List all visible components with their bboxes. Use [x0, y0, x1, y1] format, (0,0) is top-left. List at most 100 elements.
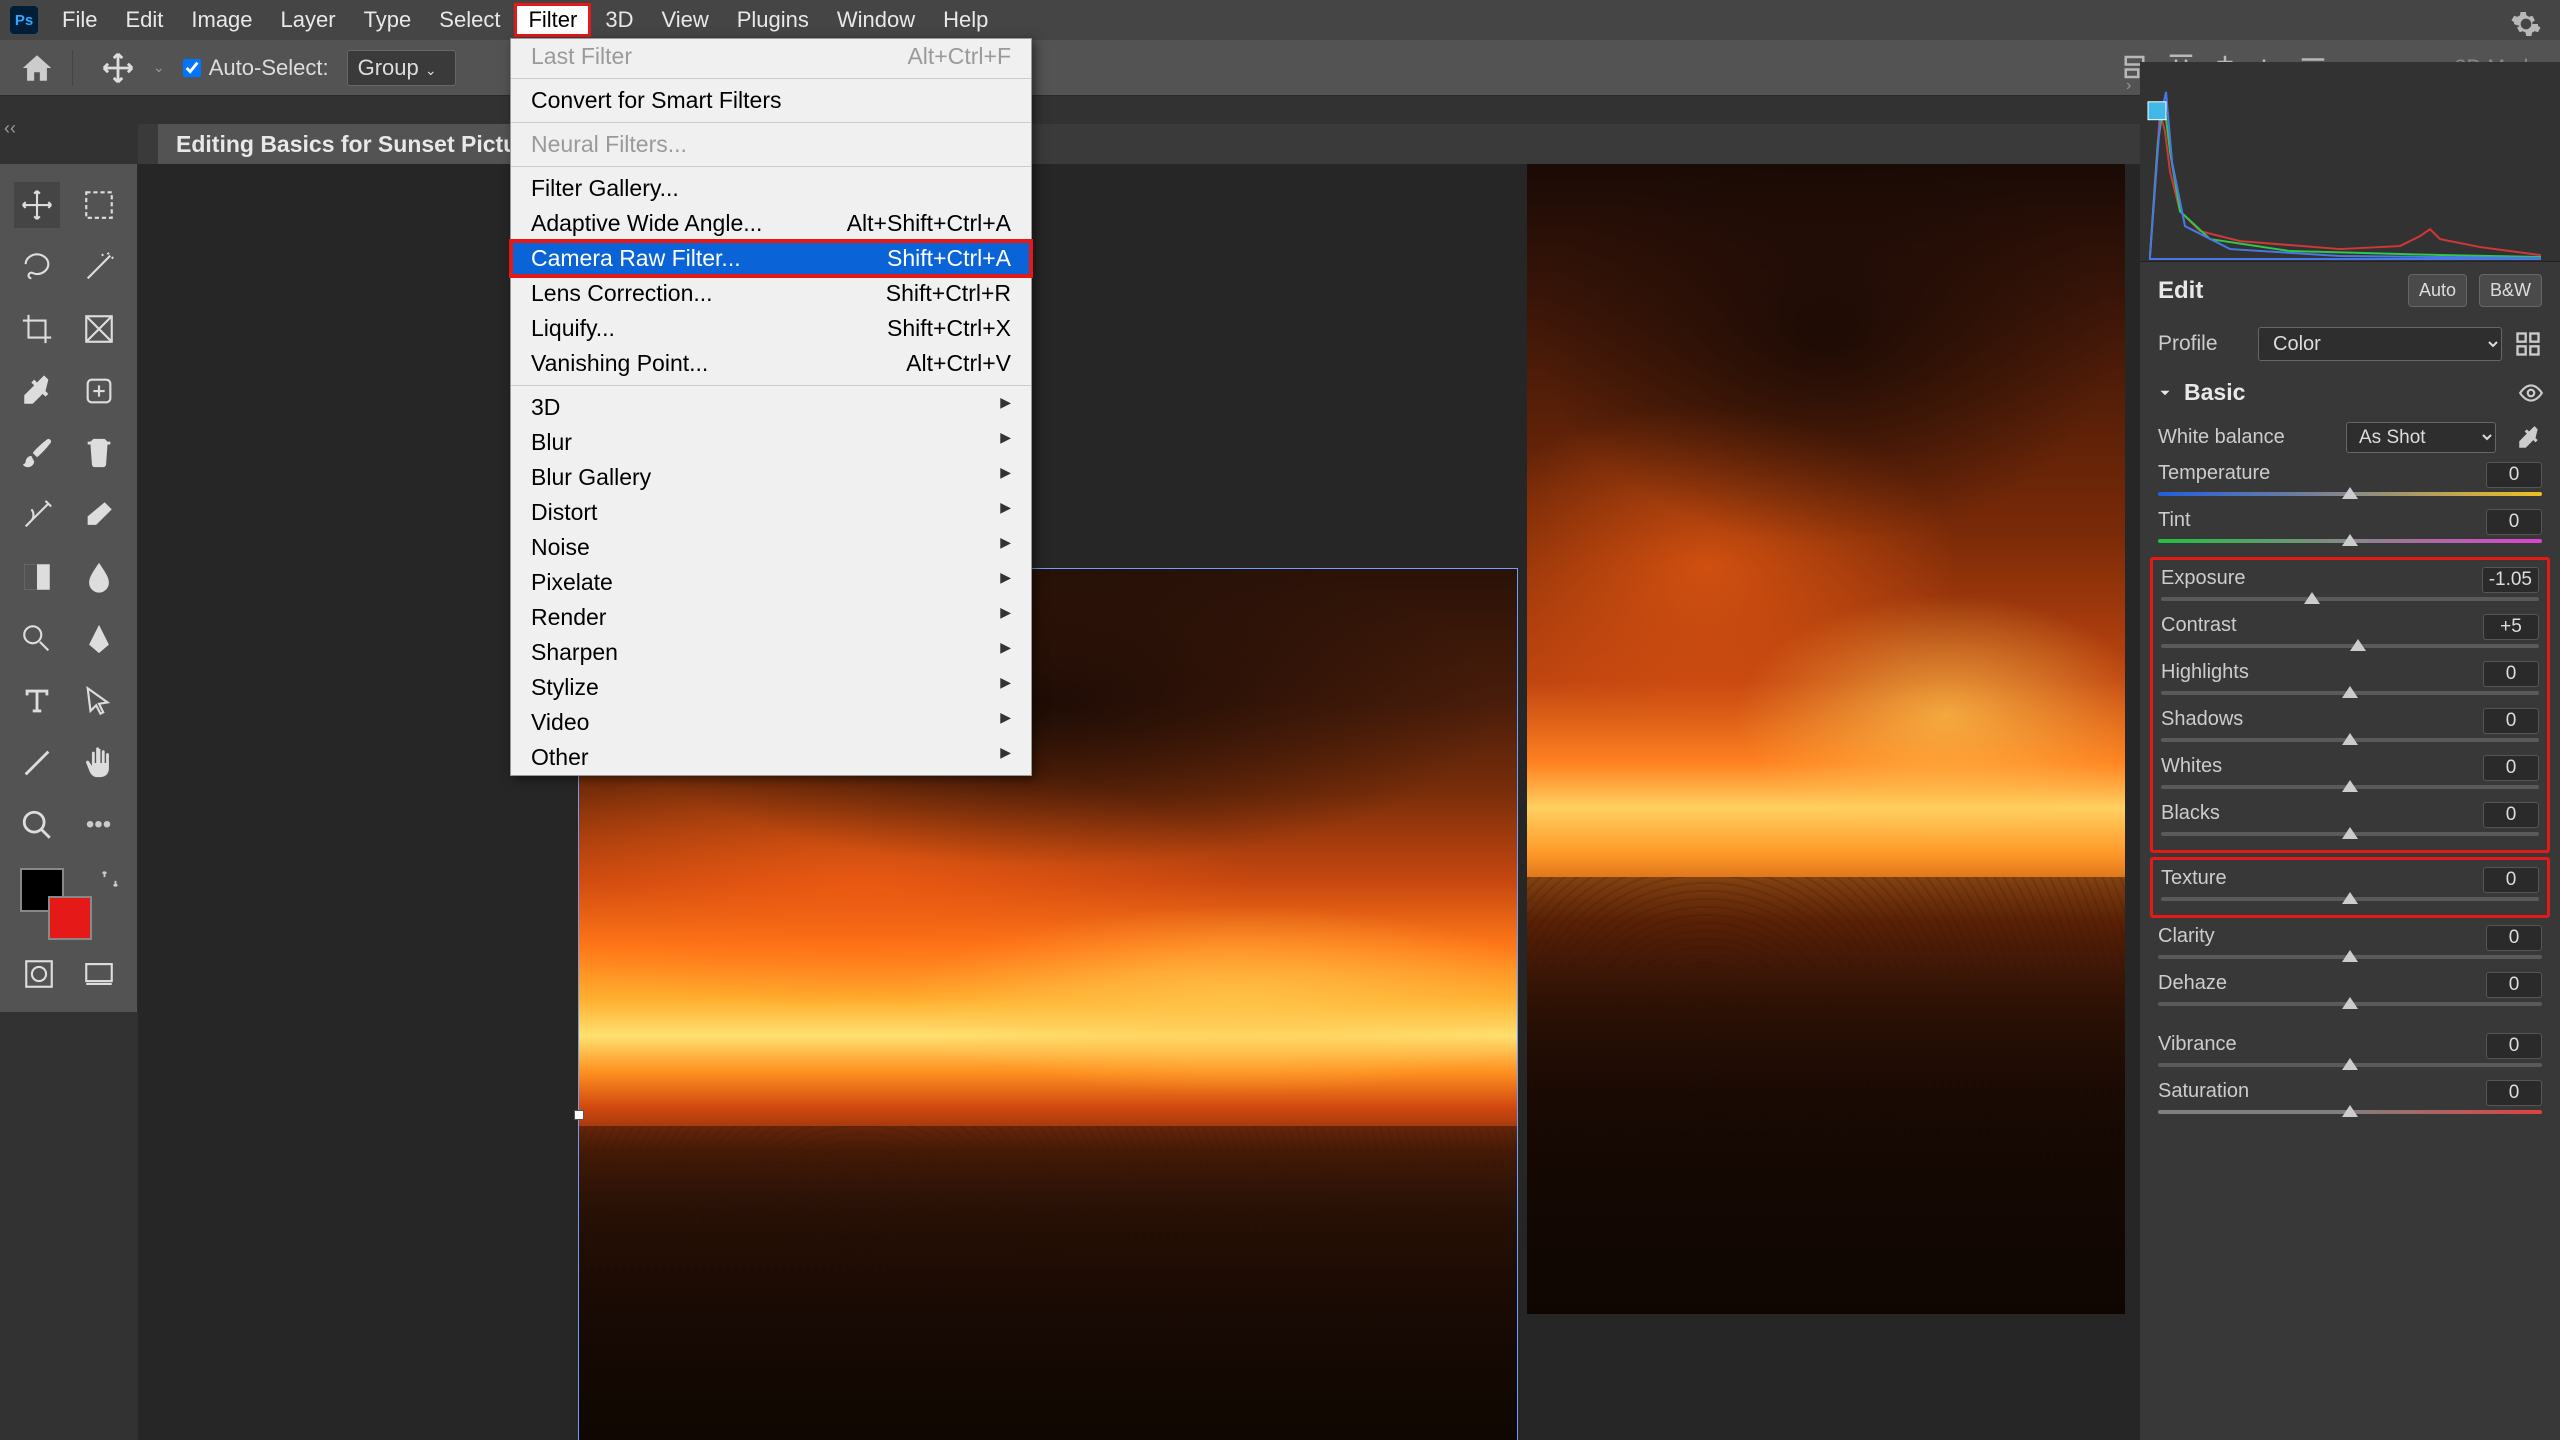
tone-sliders-group: Exposure-1.05 Contrast+5 Highlights0 Sha…: [2150, 557, 2550, 853]
menu-help[interactable]: Help: [929, 3, 1002, 37]
auto-select-checkbox[interactable]: Auto-Select:: [183, 55, 329, 81]
filter-menu-item[interactable]: Stylize▶: [511, 670, 1031, 705]
filter-menu-item[interactable]: Pixelate▶: [511, 565, 1031, 600]
bw-button[interactable]: B&W: [2479, 274, 2542, 307]
move-tool[interactable]: [14, 182, 60, 228]
eraser-tool[interactable]: [76, 492, 122, 538]
filter-menu-item[interactable]: Adaptive Wide Angle...Alt+Shift+Ctrl+A: [511, 206, 1031, 241]
auto-button[interactable]: Auto: [2408, 274, 2467, 307]
quick-mask-icon[interactable]: [19, 954, 59, 994]
transform-handle[interactable]: [574, 1110, 584, 1120]
hand-tool[interactable]: [76, 740, 122, 786]
dehaze-slider[interactable]: Dehaze0: [2140, 969, 2560, 1016]
histogram: [2140, 62, 2560, 262]
filter-menu-item[interactable]: Other▶: [511, 740, 1031, 775]
gradient-tool[interactable]: [14, 554, 60, 600]
exposure-slider[interactable]: Exposure-1.05: [2153, 564, 2547, 611]
filter-menu-item[interactable]: Blur Gallery▶: [511, 460, 1031, 495]
profile-browser-icon[interactable]: [2514, 330, 2542, 358]
texture-slider-group: Texture0: [2150, 857, 2550, 918]
menu-view[interactable]: View: [647, 3, 722, 37]
highlights-slider[interactable]: Highlights0: [2153, 658, 2547, 705]
magic-wand-tool[interactable]: [76, 244, 122, 290]
clarity-slider[interactable]: Clarity0: [2140, 922, 2560, 969]
eyedropper-tool[interactable]: [14, 368, 60, 414]
lasso-tool[interactable]: [14, 244, 60, 290]
vibrance-slider[interactable]: Vibrance0: [2140, 1030, 2560, 1077]
contrast-slider[interactable]: Contrast+5: [2153, 611, 2547, 658]
white-balance-dropdown[interactable]: As Shot: [2346, 422, 2496, 453]
menu-edit[interactable]: Edit: [111, 3, 177, 37]
menu-layer[interactable]: Layer: [267, 3, 350, 37]
wb-eyedropper-icon[interactable]: [2516, 425, 2542, 451]
filter-menu-item[interactable]: 3D▶: [511, 390, 1031, 425]
filter-menu-item: Last FilterAlt+Ctrl+F: [511, 39, 1031, 74]
move-tool-icon[interactable]: [101, 51, 135, 85]
auto-select-mode-dropdown[interactable]: Group ⌄: [347, 50, 456, 86]
filter-menu-item[interactable]: Camera Raw Filter...Shift+Ctrl+A: [511, 241, 1031, 276]
clone-stamp-tool[interactable]: [76, 430, 122, 476]
settings-gear-icon[interactable]: [2510, 8, 2542, 40]
filter-menu-dropdown: Last FilterAlt+Ctrl+F Convert for Smart F…: [510, 38, 1032, 776]
filter-menu-item[interactable]: Sharpen▶: [511, 635, 1031, 670]
temperature-slider[interactable]: Temperature0: [2140, 459, 2560, 506]
tint-slider[interactable]: Tint0: [2140, 506, 2560, 553]
filter-menu-item[interactable]: Distort▶: [511, 495, 1031, 530]
camera-raw-panel: Edit Auto B&W Profile Color Basic White …: [2140, 62, 2560, 1440]
filter-menu-item[interactable]: Video▶: [511, 705, 1031, 740]
menu-plugins[interactable]: Plugins: [723, 3, 823, 37]
filter-menu-item: Neural Filters...: [511, 127, 1031, 162]
edit-panel-title: Edit: [2158, 277, 2396, 305]
dodge-tool[interactable]: [14, 616, 60, 662]
menu-3d[interactable]: 3D: [591, 3, 647, 37]
home-icon[interactable]: [20, 51, 54, 85]
marquee-tool[interactable]: [76, 182, 122, 228]
whites-slider[interactable]: Whites0: [2153, 752, 2547, 799]
filter-menu-item[interactable]: Filter Gallery...: [511, 171, 1031, 206]
profile-label: Profile: [2158, 332, 2246, 356]
filter-menu-item[interactable]: Vanishing Point...Alt+Ctrl+V: [511, 346, 1031, 381]
blacks-slider[interactable]: Blacks0: [2153, 799, 2547, 846]
chevron-down-icon: [2156, 384, 2174, 402]
menu-type[interactable]: Type: [350, 3, 426, 37]
shadows-slider[interactable]: Shadows0: [2153, 705, 2547, 752]
menu-image[interactable]: Image: [177, 3, 266, 37]
healing-brush-tool[interactable]: [76, 368, 122, 414]
menu-bar: Ps FileEditImageLayerTypeSelectFilter3DV…: [0, 0, 2560, 40]
history-brush-tool[interactable]: [14, 492, 60, 538]
background-color-swatch[interactable]: [48, 896, 92, 940]
frame-tool[interactable]: [76, 306, 122, 352]
texture-slider[interactable]: Texture0: [2153, 864, 2547, 911]
screen-mode-icon[interactable]: [79, 954, 119, 994]
filter-menu-item[interactable]: Blur▶: [511, 425, 1031, 460]
filter-menu-item[interactable]: Liquify...Shift+Ctrl+X: [511, 311, 1031, 346]
filter-menu-item[interactable]: Lens Correction...Shift+Ctrl+R: [511, 276, 1031, 311]
line-tool[interactable]: [14, 740, 60, 786]
menu-window[interactable]: Window: [823, 3, 929, 37]
swap-colors-icon[interactable]: [99, 868, 121, 890]
color-swatches[interactable]: [14, 868, 123, 938]
basic-section-header[interactable]: Basic: [2140, 369, 2560, 416]
filter-menu-item[interactable]: Render▶: [511, 600, 1031, 635]
visibility-toggle-icon[interactable]: [2518, 380, 2544, 406]
filter-menu-item[interactable]: Convert for Smart Filters: [511, 83, 1031, 118]
tool-chevron-icon[interactable]: ⌄: [153, 59, 165, 76]
saturation-slider[interactable]: Saturation0: [2140, 1077, 2560, 1124]
white-balance-label: White balance: [2158, 426, 2334, 449]
profile-dropdown[interactable]: Color: [2258, 327, 2502, 361]
filter-menu-item[interactable]: Noise▶: [511, 530, 1031, 565]
document-tab[interactable]: Editing Basics for Sunset Pictures: [158, 124, 570, 165]
pen-tool[interactable]: [76, 616, 122, 662]
zoom-tool[interactable]: [14, 802, 60, 848]
menu-select[interactable]: Select: [425, 3, 514, 37]
type-tool[interactable]: [14, 678, 60, 724]
path-selection-tool[interactable]: [76, 678, 122, 724]
menu-filter[interactable]: Filter: [514, 3, 591, 37]
menu-file[interactable]: File: [48, 3, 111, 37]
edit-toolbar-icon[interactable]: •••: [76, 802, 122, 848]
collapse-panels-icon[interactable]: ›: [2126, 66, 2136, 106]
brush-tool[interactable]: [14, 430, 60, 476]
blur-tool[interactable]: [76, 554, 122, 600]
crop-tool[interactable]: [14, 306, 60, 352]
collapse-toolbar-icon[interactable]: ‹‹: [4, 118, 16, 139]
